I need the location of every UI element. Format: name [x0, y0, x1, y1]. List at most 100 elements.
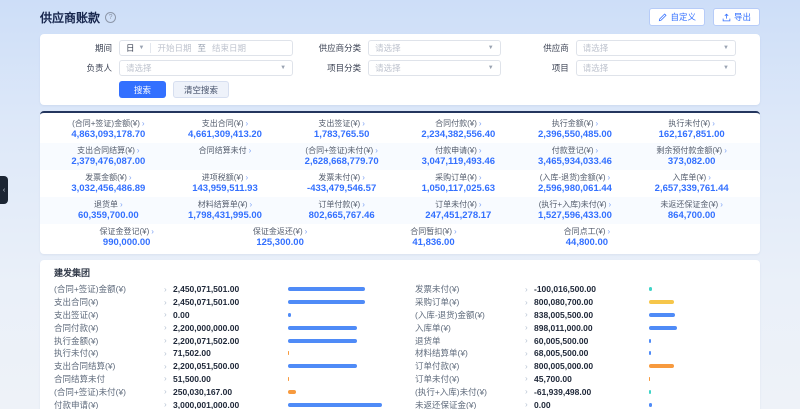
stat-item[interactable]: 合同暂扣(¥)› 41,836.00 — [357, 226, 510, 249]
stat-value[interactable]: -433,479,546.57 — [283, 183, 400, 194]
detail-row[interactable]: 执行未付(¥) › 71,502.00 — [54, 347, 385, 360]
stat-value[interactable]: 41,836.00 — [357, 237, 510, 248]
stat-item[interactable]: 支出合同结算(¥)› 2,379,476,087.00 — [50, 145, 167, 168]
detail-row[interactable]: 材料结算单(¥) › 68,005,500.00 — [415, 347, 746, 360]
detail-value: 838,005,500.00 — [534, 310, 631, 320]
detail-row[interactable]: 订单未付(¥) › 45,700.00 — [415, 373, 746, 386]
detail-row[interactable]: 采购订单(¥) › 800,080,700.00 — [415, 296, 746, 309]
stat-value[interactable]: 2,657,339,761.44 — [633, 183, 750, 194]
export-button[interactable]: 导出 — [713, 8, 760, 26]
stat-item[interactable]: 剩余预付款金额(¥)› 373,082.00 — [633, 145, 750, 168]
stat-item[interactable]: 执行未付(¥)› 162,167,851.00 — [633, 118, 750, 141]
detail-row[interactable]: 订单付款(¥) › 800,005,000.00 — [415, 360, 746, 373]
stat-item[interactable]: (合同+签证)金额(¥)› 4,863,093,178.70 — [50, 118, 167, 141]
stat-value[interactable]: 373,082.00 — [633, 156, 750, 167]
end-date-input[interactable]: 结束日期 — [212, 42, 246, 54]
supplier-category-select[interactable]: 请选择 ▼ — [368, 40, 501, 56]
search-button[interactable]: 搜索 — [119, 81, 166, 98]
stat-value[interactable]: 3,032,456,486.89 — [50, 183, 167, 194]
detail-row[interactable]: 入库单(¥) › 898,011,000.00 — [415, 321, 746, 334]
supplier-select[interactable]: 请选择 ▼ — [576, 40, 736, 56]
stat-value[interactable]: 990,000.00 — [50, 237, 203, 248]
detail-bar-track — [631, 287, 746, 291]
stat-item[interactable]: 合同结算未付› — [167, 145, 284, 168]
stat-value[interactable]: 4,863,093,178.70 — [50, 129, 167, 140]
stat-item[interactable]: 材料结算单(¥)› 1,798,431,995.00 — [167, 199, 284, 222]
project-select[interactable]: 请选择 ▼ — [576, 60, 736, 76]
stat-item[interactable]: 执行金额(¥)› 2,396,550,485.00 — [517, 118, 634, 141]
stat-value[interactable]: 3,465,934,033.46 — [517, 156, 634, 167]
project-category-select[interactable]: 请选择 ▼ — [368, 60, 501, 76]
customize-button[interactable]: 自定义 — [649, 8, 705, 26]
stat-value[interactable]: 2,234,382,556.40 — [400, 129, 517, 140]
detail-row[interactable]: 付款申请(¥) › 3,000,001,000.00 — [54, 398, 385, 409]
detail-value: 800,080,700.00 — [534, 297, 631, 307]
stat-value[interactable]: 2,628,668,779.70 — [283, 156, 400, 167]
stat-value[interactable]: 2,596,980,061.44 — [517, 183, 634, 194]
help-icon[interactable]: ? — [105, 12, 116, 23]
stat-value[interactable]: 1,798,431,995.00 — [167, 210, 284, 221]
chevron-right-icon: › — [596, 119, 599, 128]
stat-item[interactable]: 订单未付(¥)› 247,451,278.17 — [400, 199, 517, 222]
stat-value[interactable]: 60,359,700.00 — [50, 210, 167, 221]
detail-row[interactable]: (合同+签证)未付(¥) › 250,030,167.00 — [54, 385, 385, 398]
stat-value[interactable]: 125,300.00 — [203, 237, 356, 248]
period-unit-select[interactable]: 日 — [126, 42, 135, 54]
stat-value[interactable] — [167, 156, 284, 167]
stat-value[interactable]: 143,959,511.93 — [167, 183, 284, 194]
detail-row[interactable]: (合同+签证)金额(¥) › 2,450,071,501.00 — [54, 283, 385, 296]
stat-item[interactable]: 订单付款(¥)› 802,665,767.46 — [283, 199, 400, 222]
stat-item[interactable]: 支出签证(¥)› 1,783,765.50 — [283, 118, 400, 141]
stat-item[interactable]: (执行+入库)未付(¥)› 1,527,596,433.00 — [517, 199, 634, 222]
drawer-handle[interactable]: ‹ — [0, 176, 8, 204]
stat-value[interactable]: 4,661,309,413.20 — [167, 129, 284, 140]
detail-row[interactable]: (入库-退货)金额(¥) › 838,005,500.00 — [415, 309, 746, 322]
stat-value[interactable]: 44,800.00 — [510, 237, 663, 248]
stat-value[interactable]: 802,665,767.46 — [283, 210, 400, 221]
detail-row[interactable]: 合同付款(¥) › 2,200,000,000.00 — [54, 321, 385, 334]
stat-item[interactable]: 付款申请(¥)› 3,047,119,493.46 — [400, 145, 517, 168]
detail-row[interactable]: 执行金额(¥) › 2,200,071,502.00 — [54, 334, 385, 347]
stat-item[interactable]: 保证金登记(¥)› 990,000.00 — [50, 226, 203, 249]
stat-value[interactable]: 1,527,596,433.00 — [517, 210, 634, 221]
period-range-control[interactable]: 日 ▼ 开始日期 至 结束日期 — [119, 40, 293, 56]
stat-label: (执行+入库)未付(¥) — [539, 200, 607, 209]
stat-item[interactable]: 采购订单(¥)› 1,050,117,025.63 — [400, 172, 517, 195]
customize-button-label: 自定义 — [670, 11, 696, 23]
stat-item[interactable]: 发票未付(¥)› -433,479,546.57 — [283, 172, 400, 195]
stat-item[interactable]: 合同付款(¥)› 2,234,382,556.40 — [400, 118, 517, 141]
detail-row[interactable]: 合同结算未付 › 51,500.00 — [54, 373, 385, 386]
stat-value[interactable]: 2,396,550,485.00 — [517, 129, 634, 140]
stat-item[interactable]: 支出合同(¥)› 4,661,309,413.20 — [167, 118, 284, 141]
start-date-input[interactable]: 开始日期 — [157, 42, 191, 54]
detail-row[interactable]: 支出合同结算(¥) › 2,200,051,500.00 — [54, 360, 385, 373]
select-placeholder: 请选择 — [126, 62, 152, 74]
detail-row[interactable]: 未返还保证金(¥) › 0.00 — [415, 398, 746, 409]
detail-row[interactable]: (执行+入库)未付(¥) › -61,939,498.00 — [415, 385, 746, 398]
stat-item[interactable]: 退货单› 60,359,700.00 — [50, 199, 167, 222]
stat-item[interactable]: 发票金额(¥)› 3,032,456,486.89 — [50, 172, 167, 195]
stat-value[interactable]: 247,451,278.17 — [400, 210, 517, 221]
detail-row[interactable]: 发票未付(¥) › -100,016,500.00 — [415, 283, 746, 296]
stat-value[interactable]: 3,047,119,493.46 — [400, 156, 517, 167]
stat-item[interactable]: 保证金返还(¥)› 125,300.00 — [203, 226, 356, 249]
stat-item[interactable]: (合同+签证)未付(¥)› 2,628,668,779.70 — [283, 145, 400, 168]
detail-row[interactable]: 退货单 › 60,005,500.00 — [415, 334, 746, 347]
stat-item[interactable]: 进项税额(¥)› 143,959,511.93 — [167, 172, 284, 195]
stat-item[interactable]: (入库-退货)金额(¥)› 2,596,980,061.44 — [517, 172, 634, 195]
detail-row[interactable]: 支出签证(¥) › 0.00 — [54, 309, 385, 322]
stat-value[interactable]: 1,050,117,025.63 — [400, 183, 517, 194]
detail-row[interactable]: 支出合同(¥) › 2,450,071,501.00 — [54, 296, 385, 309]
owner-select[interactable]: 请选择 ▼ — [119, 60, 293, 76]
clear-search-button[interactable]: 清空搜索 — [173, 81, 229, 98]
stat-item[interactable]: 合同点工(¥)› 44,800.00 — [510, 226, 663, 249]
stat-item[interactable]: 入库单(¥)› 2,657,339,761.44 — [633, 172, 750, 195]
detail-label: 付款申请(¥) — [54, 399, 164, 409]
stat-value[interactable]: 864,700.00 — [633, 210, 750, 221]
chevron-right-icon: › — [479, 200, 482, 209]
stat-value[interactable]: 162,167,851.00 — [633, 129, 750, 140]
stat-item[interactable]: 付款登记(¥)› 3,465,934,033.46 — [517, 145, 634, 168]
stat-value[interactable]: 2,379,476,087.00 — [50, 156, 167, 167]
stat-value[interactable]: 1,783,765.50 — [283, 129, 400, 140]
stat-item[interactable]: 未返还保证金(¥)› 864,700.00 — [633, 199, 750, 222]
